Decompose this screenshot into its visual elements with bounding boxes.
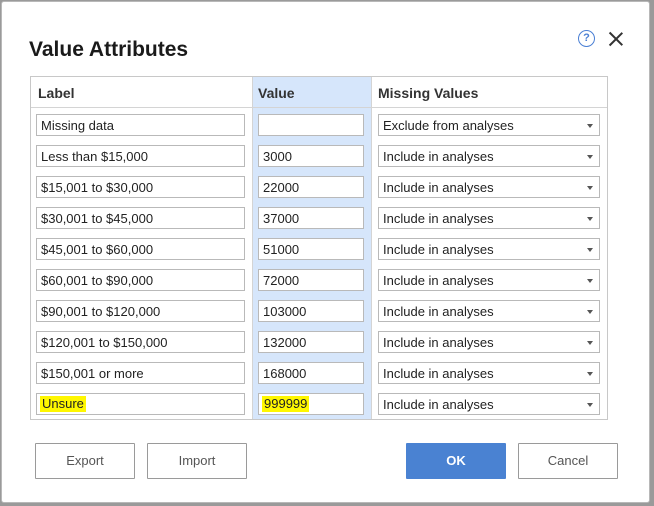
close-icon[interactable] [607, 30, 625, 48]
value-field[interactable] [258, 207, 364, 229]
value-attributes-dialog: Value Attributes ? Label Value Missing V… [1, 1, 650, 503]
label-field[interactable] [36, 145, 245, 167]
missing-values-selected: Include in analyses [383, 304, 494, 319]
label-field[interactable] [36, 269, 245, 291]
table-row: Unsure 999999 Include in analyses [31, 388, 607, 419]
value-field[interactable]: 999999 [258, 393, 364, 415]
column-header-value[interactable]: Value [258, 84, 295, 102]
value-field[interactable] [258, 238, 364, 260]
table-row: Include in analyses [31, 295, 607, 326]
ok-button[interactable]: OK [406, 443, 506, 479]
label-field[interactable] [36, 331, 245, 353]
missing-values-select[interactable]: Include in analyses [378, 238, 600, 260]
chevron-down-icon [587, 372, 593, 376]
value-attributes-grid: Label Value Missing Values Exclude from … [30, 76, 608, 420]
chevron-down-icon [587, 155, 593, 159]
column-header-missing-values[interactable]: Missing Values [378, 84, 478, 102]
missing-values-select[interactable]: Exclude from analyses [378, 114, 600, 136]
value-field[interactable] [258, 176, 364, 198]
missing-values-select[interactable]: Include in analyses [378, 269, 600, 291]
label-field[interactable]: Unsure [36, 393, 245, 415]
label-field[interactable] [36, 176, 245, 198]
table-row: Include in analyses [31, 140, 607, 171]
chevron-down-icon [587, 310, 593, 314]
dialog-title: Value Attributes [29, 38, 189, 61]
table-row: Include in analyses [31, 357, 607, 388]
help-icon[interactable]: ? [578, 30, 595, 47]
chevron-down-icon [587, 124, 593, 128]
missing-values-selected: Include in analyses [383, 335, 494, 350]
column-header-label[interactable]: Label [38, 84, 75, 102]
value-field[interactable] [258, 362, 364, 384]
value-field[interactable] [258, 331, 364, 353]
label-field[interactable] [36, 207, 245, 229]
value-field-text: 999999 [262, 396, 310, 412]
missing-values-selected: Exclude from analyses [383, 118, 514, 133]
chevron-down-icon [587, 248, 593, 252]
missing-values-selected: Include in analyses [383, 180, 494, 195]
header-divider [31, 107, 607, 108]
missing-values-selected: Include in analyses [383, 273, 494, 288]
table-row: Exclude from analyses [31, 109, 607, 140]
label-field[interactable] [36, 362, 245, 384]
chevron-down-icon [587, 217, 593, 221]
table-row: Include in analyses [31, 202, 607, 233]
missing-values-selected: Include in analyses [383, 366, 494, 381]
missing-values-select[interactable]: Include in analyses [378, 331, 600, 353]
missing-values-select[interactable]: Include in analyses [378, 176, 600, 198]
missing-values-selected: Include in analyses [383, 242, 494, 257]
table-row: Include in analyses [31, 264, 607, 295]
missing-values-select[interactable]: Include in analyses [378, 207, 600, 229]
value-field[interactable] [258, 269, 364, 291]
chevron-down-icon [587, 186, 593, 190]
table-row: Include in analyses [31, 326, 607, 357]
table-row: Include in analyses [31, 233, 607, 264]
chevron-down-icon [587, 403, 593, 407]
value-field[interactable] [258, 300, 364, 322]
missing-values-selected: Include in analyses [383, 397, 494, 412]
export-button[interactable]: Export [35, 443, 135, 479]
missing-values-select[interactable]: Include in analyses [378, 362, 600, 384]
chevron-down-icon [587, 341, 593, 345]
label-field[interactable] [36, 238, 245, 260]
missing-values-selected: Include in analyses [383, 149, 494, 164]
import-button[interactable]: Import [147, 443, 247, 479]
missing-values-selected: Include in analyses [383, 211, 494, 226]
missing-values-select[interactable]: Include in analyses [378, 300, 600, 322]
missing-values-select[interactable]: Include in analyses [378, 145, 600, 167]
label-field[interactable] [36, 300, 245, 322]
cancel-button[interactable]: Cancel [518, 443, 618, 479]
table-row: Include in analyses [31, 171, 607, 202]
label-field[interactable] [36, 114, 245, 136]
label-field-text: Unsure [40, 396, 86, 412]
chevron-down-icon [587, 279, 593, 283]
value-field[interactable] [258, 114, 364, 136]
value-field[interactable] [258, 145, 364, 167]
missing-values-select[interactable]: Include in analyses [378, 393, 600, 415]
